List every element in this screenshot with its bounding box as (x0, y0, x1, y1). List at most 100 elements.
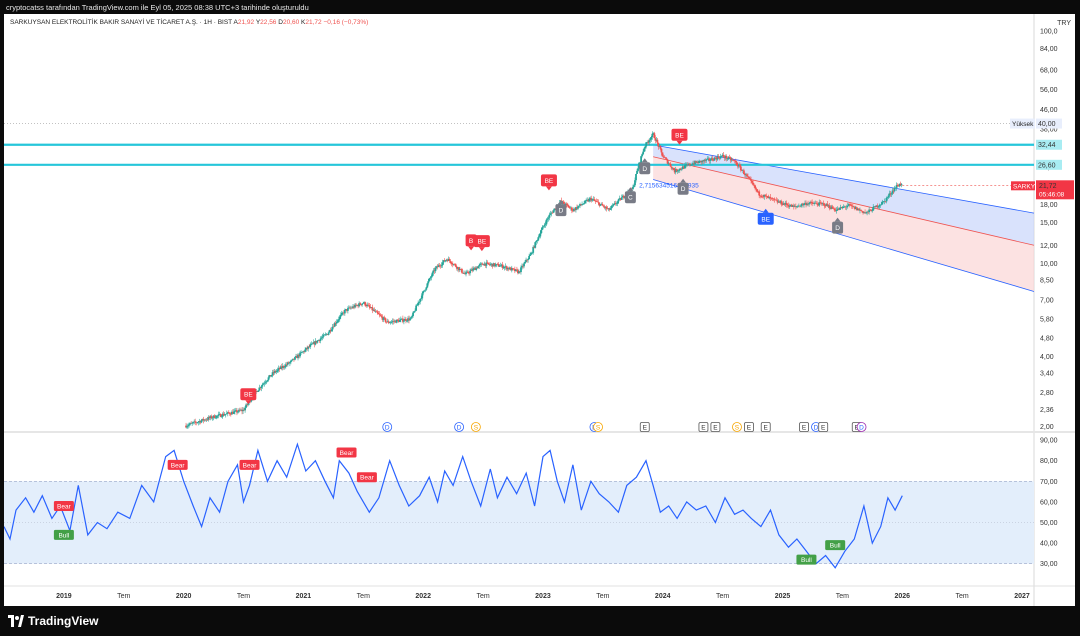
candle-body (450, 263, 453, 265)
time-tick-label: Tem (596, 593, 609, 600)
candle-body (338, 316, 341, 320)
candle-body (848, 204, 851, 205)
candle-body (419, 298, 422, 302)
candle-body (640, 156, 643, 163)
candle-body (410, 317, 412, 319)
candle-body (661, 152, 664, 157)
candle-body (656, 139, 659, 143)
signal-label-text: BE (478, 239, 487, 246)
candle-body (665, 158, 668, 160)
candle-body (441, 262, 444, 266)
candle-body (477, 266, 480, 269)
time-tick-label: 2025 (775, 593, 791, 600)
candle-body (838, 207, 841, 210)
candle-body (469, 270, 471, 274)
time-tick-label: Tem (476, 593, 489, 600)
candle-body (709, 160, 712, 161)
candle-body (664, 157, 667, 159)
candle-body (270, 375, 273, 377)
candle-body (187, 425, 189, 427)
candle-body (597, 201, 600, 203)
candle-body (645, 142, 648, 147)
candle-body (833, 208, 836, 211)
candle-body (758, 191, 761, 196)
ticker-badge-text: SARKY (1013, 183, 1036, 190)
open-value: 21,92 (237, 19, 255, 26)
candle-body (583, 203, 585, 204)
event-marker-text: E (764, 424, 769, 431)
chart-panel[interactable]: TRY100,084,0068,0056,0046,0038,0032,0026… (4, 14, 1075, 606)
brand-name[interactable]: TradingView (28, 614, 98, 628)
candle-body (593, 199, 596, 201)
candle-body (228, 413, 231, 415)
price-tick-label: 10,00 (1040, 261, 1058, 268)
candle-body (567, 205, 570, 208)
event-marker-text: E (747, 424, 752, 431)
candle-body (764, 194, 767, 196)
candle-body (385, 321, 388, 323)
candle-body (192, 422, 195, 423)
candle-body (644, 146, 647, 149)
candle-body (542, 226, 545, 228)
candle-body (649, 139, 652, 141)
candle-body (502, 267, 505, 269)
candle-body (666, 159, 669, 164)
candle-body (330, 329, 333, 331)
symbol-name[interactable]: SARKUYSAN ELEKTROLİTİK BAKIR SANAYİ VE T… (10, 19, 232, 26)
candle-body (717, 156, 720, 158)
candle-body (523, 263, 525, 267)
time-tick-label: 2022 (415, 593, 431, 600)
candle-body (461, 268, 463, 273)
candle-body (811, 202, 814, 204)
candle-body (216, 415, 219, 417)
candle-body (871, 210, 874, 212)
candle-body (431, 272, 434, 277)
candle-body (746, 174, 748, 177)
candle-body (570, 207, 573, 211)
candle-body (438, 265, 441, 266)
candle-body (478, 264, 481, 267)
tradingview-logo-icon (8, 615, 24, 627)
candle-body (865, 212, 867, 214)
candle-body (399, 319, 402, 321)
candle-body (748, 176, 750, 179)
candle-body (762, 196, 765, 198)
candle-body (872, 206, 875, 211)
candle-body (565, 203, 568, 205)
signal-label-text: BE (675, 132, 684, 139)
candle-body (691, 164, 693, 166)
candle-body (896, 185, 899, 186)
rsi-annotation-text: Bear (340, 450, 355, 457)
countdown-value: 05:46:08 (1039, 191, 1065, 198)
candle-body (651, 133, 654, 138)
candle-body (539, 233, 542, 237)
screenshot-frame: cryptocatss tarafından TradingView.com i… (0, 0, 1080, 636)
candle-body (425, 287, 428, 290)
candle-body (877, 206, 880, 208)
chart-canvas[interactable]: TRY100,084,0068,0056,0046,0038,0032,0026… (4, 14, 1075, 606)
candle-body (662, 156, 665, 158)
candle-body (413, 311, 415, 313)
candle-body (880, 204, 883, 205)
candle-body (244, 407, 246, 411)
signal-label-text: D (681, 186, 686, 193)
candle-body (257, 390, 260, 392)
candle-body (339, 314, 342, 317)
candle-body (609, 208, 612, 210)
candle-body (755, 188, 758, 190)
candle-body (725, 156, 728, 159)
rsi-tick-label: 30,00 (1040, 561, 1058, 568)
candle-body (549, 213, 552, 215)
candle-body (635, 173, 637, 181)
candle-body (551, 212, 554, 214)
candle-body (227, 412, 230, 414)
candle-body (291, 359, 293, 361)
candle-body (708, 158, 711, 161)
signal-label-pointer (468, 246, 475, 251)
candle-body (747, 176, 749, 177)
level-price-value: 40,00 (1038, 121, 1056, 128)
event-marker-text: S (474, 424, 479, 431)
candle-body (188, 424, 191, 426)
candle-body (633, 185, 635, 187)
price-tick-label: 18,00 (1040, 202, 1058, 209)
